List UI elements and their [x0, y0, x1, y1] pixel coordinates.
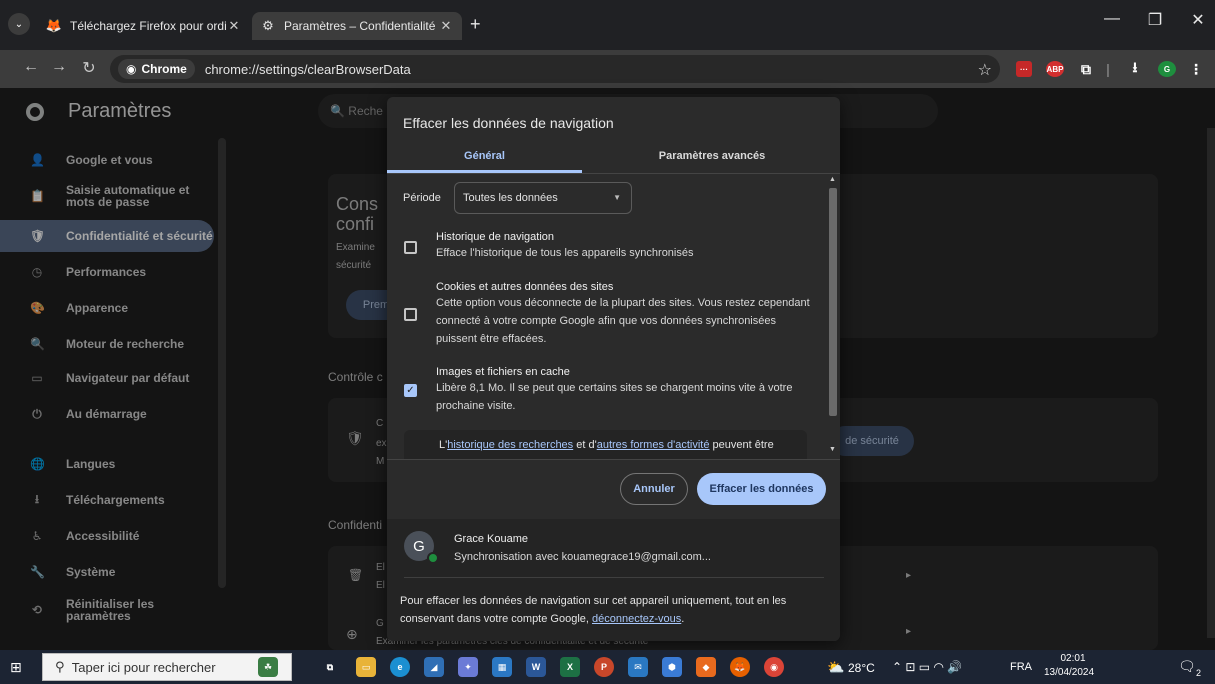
clock-time[interactable]: 02:01: [1056, 653, 1090, 664]
gear-icon: ⚙: [262, 18, 274, 33]
url-text: chrome://settings/clearBrowserData: [204, 61, 411, 77]
app-icon[interactable]: ◆: [696, 657, 716, 677]
scroll-down-icon[interactable]: ▼: [829, 446, 836, 453]
period-label: Période: [403, 192, 441, 204]
option-title: Cookies et autres données des sites: [436, 281, 614, 293]
option-title: Images et fichiers en cache: [436, 366, 570, 378]
account-sync: Synchronisation avec kouamegrace19@gmail…: [454, 551, 711, 563]
period-value: Toutes les données: [463, 192, 558, 204]
chip-label: Chrome: [141, 62, 187, 76]
period-select[interactable]: Toutes les données ▼: [454, 182, 632, 214]
cache-checkbox[interactable]: ✓: [404, 384, 417, 397]
app-icon[interactable]: ⬢: [662, 657, 682, 677]
option-desc: Efface l'historique de tous les appareil…: [436, 247, 694, 259]
scroll-up-icon[interactable]: ▲: [829, 176, 836, 183]
option-desc: Libère 8,1 Mo. Il se peut que certains s…: [436, 382, 793, 412]
chrome-icon[interactable]: ◉: [764, 657, 784, 677]
weather-icon[interactable]: ⛅: [826, 657, 846, 677]
close-tab-icon[interactable]: ✕: [226, 18, 242, 34]
menu-kebab-icon[interactable]: ⋮: [1189, 61, 1203, 77]
taskbar-search-input[interactable]: ⚲ Taper ici pour rechercher: [42, 653, 292, 681]
dialog-divider: [387, 459, 840, 460]
check-icon: ✓: [406, 385, 415, 396]
dialog-scrollbar[interactable]: ▲ ▼: [827, 174, 839, 459]
language-indicator[interactable]: FRA: [1010, 661, 1032, 673]
app-icon[interactable]: ◢: [424, 657, 444, 677]
footer-divider: [404, 577, 824, 578]
cookies-checkbox[interactable]: [404, 308, 417, 321]
forward-arrow-icon[interactable]: →: [48, 58, 70, 76]
history-checkbox[interactable]: [404, 241, 417, 254]
word-icon[interactable]: W: [526, 657, 546, 677]
cancel-button[interactable]: Annuler: [620, 473, 688, 505]
widgets-icon[interactable]: ☘: [258, 657, 278, 677]
close-tab-icon[interactable]: ✕: [438, 18, 454, 34]
close-window-button[interactable]: ✕: [1183, 10, 1213, 30]
toolbar: ← → ↻ ◉ Chrome chrome://settings/clearBro…: [0, 50, 1215, 88]
taskbar: ⊞ ⚲ Taper ici pour rechercher ☘ ⧉ ▭ e ◢ …: [0, 650, 1215, 684]
chrome-icon: ◉: [126, 62, 137, 76]
tab-title: Paramètres – Confidentialité et: [284, 19, 438, 33]
toolbar-divider: |: [1106, 61, 1110, 77]
weather-temp[interactable]: 28°C: [848, 661, 875, 675]
notifications-icon[interactable]: 🗨: [1178, 658, 1196, 675]
option-title: Historique de navigation: [436, 231, 555, 243]
tab-advanced[interactable]: Paramètres avancés: [642, 145, 782, 173]
restore-button[interactable]: ❐: [1140, 10, 1170, 30]
powerpoint-icon[interactable]: P: [594, 657, 614, 677]
tab-settings[interactable]: ⚙ Paramètres – Confidentialité et ✕: [252, 12, 462, 40]
edge-icon[interactable]: e: [390, 657, 410, 677]
bookmark-star-icon[interactable]: ☆: [978, 60, 992, 80]
chrome-chip[interactable]: ◉ Chrome: [118, 59, 195, 79]
tab-firefox[interactable]: 🦊 Téléchargez Firefox pour ordina ✕: [38, 12, 250, 40]
firefox-icon: 🦊: [45, 18, 63, 33]
address-bar[interactable]: ◉ Chrome chrome://settings/clearBrowserDa…: [110, 55, 1000, 83]
adblock-icon[interactable]: ABP: [1046, 61, 1064, 77]
tray-icons[interactable]: ⌃ ⊡ ▭ ◠ 🔊: [892, 660, 962, 674]
excel-icon[interactable]: X: [560, 657, 580, 677]
info-text: L'historique des recherches et d'autres …: [439, 439, 774, 451]
account-name: Grace Kouame: [454, 533, 528, 545]
clock-date[interactable]: 13/04/2024: [1044, 667, 1094, 678]
task-view-icon[interactable]: ⧉: [320, 657, 340, 677]
notification-count: 2: [1196, 668, 1202, 678]
dialog-body: Période Toutes les données ▼ Historique …: [387, 174, 840, 459]
sign-out-link[interactable]: déconnectez-vous: [592, 613, 681, 625]
taskbar-search-placeholder: Taper ici pour rechercher: [71, 659, 216, 675]
tab-search-icon[interactable]: ⌄: [8, 13, 30, 35]
scroll-thumb[interactable]: [829, 188, 837, 416]
tab-title: Téléchargez Firefox pour ordina: [70, 19, 226, 33]
file-explorer-icon[interactable]: ▭: [356, 657, 376, 677]
search-icon: ⚲: [55, 659, 72, 674]
search-history-link[interactable]: historique des recherches: [447, 439, 573, 451]
firefox-icon[interactable]: 🦊: [730, 657, 750, 677]
sync-badge-icon: [427, 552, 439, 564]
account-footer: G Grace Kouame Synchronisation avec koua…: [387, 519, 840, 641]
mail-icon[interactable]: ✉: [628, 657, 648, 677]
tab-bar: ⌄ 🦊 Téléchargez Firefox pour ordina ✕ ⚙ …: [0, 0, 1215, 50]
dialog-title: Effacer les données de navigation: [403, 115, 614, 131]
app-icon[interactable]: ✦: [458, 657, 478, 677]
windows-start-icon[interactable]: ⊞: [10, 659, 22, 676]
option-desc: Cette option vous déconnecte de la plupa…: [436, 297, 810, 345]
footer-text: Pour effacer les données de navigation s…: [400, 595, 787, 625]
extensions-puzzle-icon[interactable]: ⧉: [1078, 61, 1094, 77]
minimize-button[interactable]: —: [1097, 10, 1127, 28]
back-arrow-icon[interactable]: ←: [20, 58, 42, 76]
calendar-icon[interactable]: ▦: [492, 657, 512, 677]
extension-red-icon[interactable]: ···: [1016, 61, 1032, 77]
profile-avatar-icon[interactable]: G: [1158, 61, 1176, 77]
clear-data-button[interactable]: Effacer les données: [697, 473, 826, 505]
clear-data-dialog: Effacer les données de navigation Généra…: [387, 97, 840, 641]
other-activity-link[interactable]: autres formes d'activité: [597, 439, 710, 451]
info-box: L'historique des recherches et d'autres …: [404, 430, 807, 459]
download-icon[interactable]: ⭳: [1126, 59, 1144, 77]
tab-general[interactable]: Général: [387, 145, 582, 173]
caret-down-icon: ▼: [613, 193, 621, 202]
new-tab-button[interactable]: +: [470, 14, 481, 35]
reload-icon[interactable]: ↻: [78, 58, 100, 78]
